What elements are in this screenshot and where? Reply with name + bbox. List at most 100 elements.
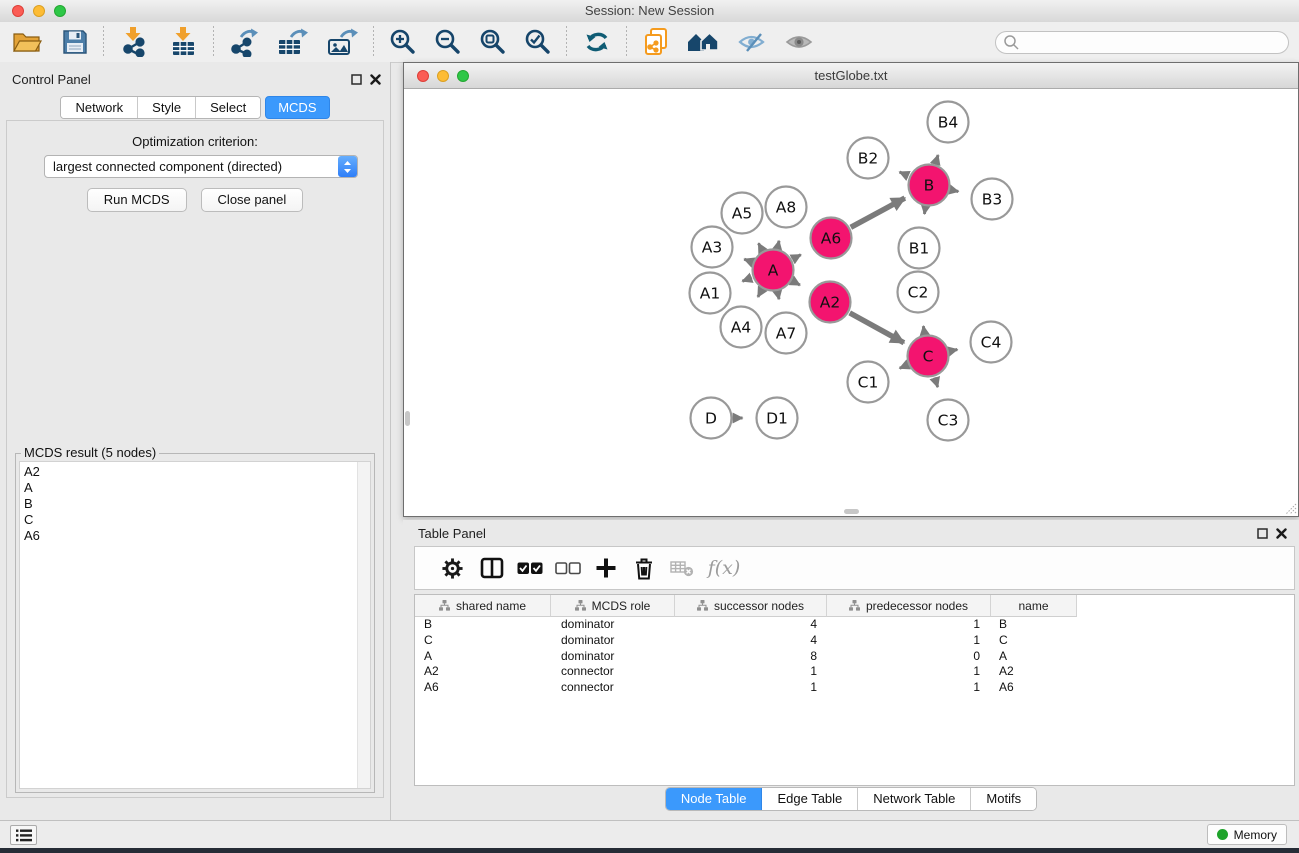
export-image-button[interactable] <box>326 25 358 59</box>
export-network-button[interactable] <box>228 25 258 59</box>
table-row[interactable]: A2 connector 1 1 A2 <box>415 664 1294 680</box>
task-history-button[interactable] <box>10 825 37 845</box>
result-item[interactable]: A6 <box>20 528 370 544</box>
save-session-button[interactable] <box>62 25 88 59</box>
network-zoom-button[interactable] <box>457 70 469 82</box>
cell-predecessor-nodes[interactable]: 1 <box>415 617 980 633</box>
cell-name[interactable]: C <box>999 633 1008 649</box>
import-network-button[interactable] <box>120 25 148 59</box>
close-panel-button[interactable]: Close panel <box>201 188 304 212</box>
cell-predecessor-nodes[interactable]: 1 <box>415 680 980 696</box>
cell-predecessor-nodes[interactable]: 1 <box>415 664 980 680</box>
result-scrollbar[interactable] <box>357 462 370 788</box>
table-row[interactable]: B dominator 4 1 B <box>415 617 1294 633</box>
minimize-window-button[interactable] <box>33 5 45 17</box>
result-item[interactable]: C <box>20 512 370 528</box>
hierarchy-icon <box>439 600 450 611</box>
graph-edge-C-C1[interactable] <box>900 365 908 368</box>
float-panel-button[interactable] <box>351 72 362 90</box>
graph-node-label-C3: C3 <box>938 412 959 430</box>
tab-mcds[interactable]: MCDS <box>265 96 329 119</box>
delete-column-button[interactable] <box>625 550 663 586</box>
zoom-window-button[interactable] <box>54 5 66 17</box>
network-graph[interactable]: B4B2BB3A5A8A6A3AB1A1C2A2A4A7CC4C1C3DD1 <box>404 89 1298 516</box>
result-item[interactable]: A2 <box>20 464 370 480</box>
graph-edge-A2-C[interactable] <box>850 313 904 343</box>
graph-edge-C-C2[interactable] <box>923 326 924 334</box>
zoom-selected-button[interactable] <box>524 25 551 59</box>
graph-edge-B-B4[interactable] <box>935 155 938 163</box>
tab-edge-table[interactable]: Edge Table <box>762 788 858 810</box>
table-settings-button[interactable] <box>433 550 471 586</box>
network-close-button[interactable] <box>417 70 429 82</box>
graph-edge-B-B1[interactable] <box>924 207 925 214</box>
graph-edge-B-B2[interactable] <box>900 172 909 176</box>
tab-node-table[interactable]: Node Table <box>666 788 763 810</box>
graph-edge-A-A4[interactable] <box>758 290 762 297</box>
refresh-view-button[interactable] <box>583 25 611 59</box>
cell-predecessor-nodes[interactable]: 1 <box>415 633 980 649</box>
import-table-button[interactable] <box>168 25 198 59</box>
canvas-horizontal-scroll-indicator[interactable] <box>844 509 859 514</box>
graph-node-label-A8: A8 <box>776 199 796 217</box>
table-close-button[interactable] <box>1276 526 1287 544</box>
graph-edge-A-A5[interactable] <box>758 243 762 250</box>
search-input[interactable] <box>995 31 1289 54</box>
export-table-button[interactable] <box>276 25 308 59</box>
graph-edge-C-C4[interactable] <box>950 349 957 351</box>
delete-table-button <box>663 550 701 586</box>
graph-edge-A-A6[interactable] <box>793 255 801 259</box>
run-mcds-button[interactable]: Run MCDS <box>87 188 187 212</box>
network-minimize-button[interactable] <box>437 70 449 82</box>
graph-edge-A-A7[interactable] <box>778 292 779 299</box>
close-panel-icon-button[interactable] <box>370 72 381 90</box>
select-all-button[interactable] <box>511 550 549 586</box>
cell-name[interactable]: A6 <box>999 680 1014 696</box>
mcds-result-list[interactable]: A2 A B C A6 <box>19 461 371 789</box>
memory-button[interactable]: Memory <box>1207 824 1287 845</box>
deselect-all-button[interactable] <box>549 550 587 586</box>
table-float-button[interactable] <box>1257 526 1268 544</box>
home-view-button[interactable] <box>686 25 720 59</box>
close-window-button[interactable] <box>12 5 24 17</box>
resize-grip-icon[interactable] <box>1284 502 1297 515</box>
open-session-button[interactable] <box>12 25 42 59</box>
result-item[interactable]: A <box>20 480 370 496</box>
table-row[interactable]: A dominator 8 0 A <box>415 649 1294 665</box>
zoom-fit-button[interactable] <box>479 25 506 59</box>
graph-edge-A-A1[interactable] <box>742 278 751 281</box>
cell-predecessor-nodes[interactable]: 0 <box>415 649 980 665</box>
zoom-in-button[interactable] <box>389 25 416 59</box>
graph-edge-A-A2[interactable] <box>793 281 800 285</box>
table-row[interactable]: C dominator 4 1 C <box>415 633 1294 649</box>
show-hidden-button[interactable] <box>784 25 814 59</box>
zoom-out-button[interactable] <box>434 25 461 59</box>
cell-name[interactable]: A2 <box>999 664 1014 680</box>
add-column-button[interactable] <box>587 550 625 586</box>
result-item[interactable]: B <box>20 496 370 512</box>
column-header-name[interactable]: name <box>991 595 1077 617</box>
column-header-shared-name[interactable]: shared name <box>415 595 551 617</box>
tab-network[interactable]: Network <box>61 97 138 118</box>
network-window-titlebar[interactable]: testGlobe.txt <box>404 63 1298 89</box>
criterion-select[interactable]: largest connected component (directed) <box>44 155 358 178</box>
tab-select[interactable]: Select <box>196 97 260 118</box>
column-header-successor-nodes[interactable]: successor nodes <box>675 595 827 617</box>
graph-edge-C-C3[interactable] <box>935 377 938 387</box>
graph-edge-A-A8[interactable] <box>778 241 779 248</box>
graph-edge-B-B3[interactable] <box>951 190 958 192</box>
cell-name[interactable]: A <box>999 649 1007 665</box>
hide-selected-button[interactable] <box>737 25 767 59</box>
canvas-vertical-scroll-indicator[interactable] <box>405 411 410 426</box>
tab-network-table[interactable]: Network Table <box>858 788 971 810</box>
new-network-from-file-button[interactable] <box>642 25 670 59</box>
show-column-button[interactable] <box>473 550 511 586</box>
graph-edge-A-A3[interactable] <box>744 259 752 262</box>
tab-style[interactable]: Style <box>138 97 196 118</box>
cell-name[interactable]: B <box>999 617 1007 633</box>
column-header-mcds-role[interactable]: MCDS role <box>551 595 675 617</box>
tab-motifs[interactable]: Motifs <box>971 788 1036 810</box>
graph-edge-A6-B[interactable] <box>851 198 905 227</box>
column-header-predecessor-nodes[interactable]: predecessor nodes <box>827 595 991 617</box>
table-row[interactable]: A6 connector 1 1 A6 <box>415 680 1294 696</box>
